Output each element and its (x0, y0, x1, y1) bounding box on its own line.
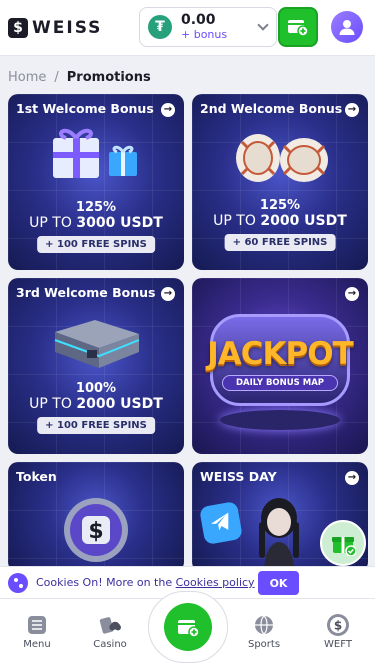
breadcrumb-current: Promotions (66, 70, 151, 85)
jackpot-subtitle: DAILY BONUS MAP (222, 375, 338, 391)
promo-title: 2nd Welcome Bonus (200, 101, 343, 116)
promo-title: Token (16, 469, 57, 484)
gift-icon (332, 537, 356, 556)
arrow-right-icon[interactable]: → (161, 103, 175, 117)
logo-text: WEISS (32, 17, 103, 38)
wallet-plus-icon (178, 620, 200, 638)
bottom-nav: Menu Casino Sports $ WEFT (0, 591, 375, 667)
nav-menu-label: Menu (23, 639, 51, 650)
free-spins-badge: + 60 FREE SPINS (224, 234, 336, 251)
nav-weft-label: WEFT (324, 639, 352, 650)
promo-percent: 125% (75, 200, 117, 215)
promo-upto: UP TO 2000 USDT (29, 396, 163, 412)
nav-weft[interactable]: $ WEFT (308, 613, 368, 650)
promo-upto: UP TO 3000 USDT (29, 215, 163, 231)
jackpot-text: JACKPOT (207, 336, 354, 372)
balance-amount: 0.00 (181, 12, 216, 29)
nav-deposit-button[interactable] (148, 591, 228, 663)
arrow-right-icon[interactable]: → (161, 287, 175, 301)
gift-button[interactable] (320, 520, 366, 566)
balance-bonus: + bonus (181, 27, 228, 41)
gift-boxes-illustration (8, 120, 184, 190)
svg-text:$: $ (88, 519, 103, 544)
breadcrumb: Home / Promotions (8, 70, 151, 85)
treasure-case-illustration (8, 312, 184, 372)
svg-text:$: $ (334, 619, 342, 633)
promo-card-1st-welcome[interactable]: 1st Welcome Bonus → 125% UP TO 3000 USDT… (8, 94, 184, 270)
logo-dollar-icon: $ (8, 17, 28, 38)
promo-title: 3rd Welcome Bonus (16, 285, 156, 300)
arrow-right-icon[interactable]: → (345, 103, 359, 117)
user-avatar[interactable] (331, 11, 363, 43)
promo-upto: UP TO 2000 USDT (213, 213, 347, 229)
cards-icon (99, 617, 121, 634)
jackpot-stage (220, 410, 340, 430)
telegram-icon (198, 500, 244, 546)
promo-title: WEISS DAY (200, 469, 277, 484)
casino-chips-illustration (192, 122, 368, 190)
deposit-button[interactable] (278, 7, 318, 47)
breadcrumb-home[interactable]: Home (8, 70, 46, 85)
promo-card-jackpot[interactable]: → JACKPOT DAILY BONUS MAP (192, 278, 368, 454)
weiss-token-coin-illustration: $ (8, 490, 184, 570)
arrow-right-icon[interactable]: → (345, 471, 359, 485)
ball-icon (255, 615, 273, 635)
promo-card-token[interactable]: Token $ (8, 462, 184, 572)
free-spins-badge: + 100 FREE SPINS (37, 236, 155, 253)
weft-coin-icon: $ (327, 614, 349, 636)
balance-selector[interactable]: ₮ 0.00 + bonus (139, 7, 277, 47)
promo-title: 1st Welcome Bonus (16, 101, 154, 116)
header: $ WEISS ₮ 0.00 + bonus (0, 0, 375, 56)
menu-icon (28, 616, 46, 634)
tether-icon: ₮ (148, 15, 172, 39)
promo-card-3rd-welcome[interactable]: 3rd Welcome Bonus → 100% UP TO 2000 USDT… (8, 278, 184, 454)
breadcrumb-separator: / (54, 70, 59, 85)
chevron-down-icon (257, 19, 269, 31)
promo-percent: 100% (75, 381, 117, 396)
nav-sports[interactable]: Sports (234, 613, 294, 650)
free-spins-badge: + 100 FREE SPINS (37, 417, 155, 434)
user-icon (339, 20, 355, 35)
cookies-policy-link[interactable]: Cookies policy (176, 576, 255, 589)
wallet-plus-icon (288, 20, 309, 37)
nav-sports-label: Sports (247, 639, 281, 650)
logo[interactable]: $ WEISS (8, 17, 103, 38)
promo-card-2nd-welcome[interactable]: 2nd Welcome Bonus → 125% UP TO 2000 USDT… (192, 94, 368, 270)
promo-percent: 125% (259, 198, 301, 213)
nav-casino[interactable]: Casino (80, 613, 140, 650)
arrow-right-icon[interactable]: → (345, 287, 359, 301)
cookie-text: Cookies On! More on the Cookies policy (36, 576, 255, 589)
cookie-icon (8, 572, 28, 593)
nav-casino-label: Casino (93, 639, 127, 650)
character-illustration (254, 492, 304, 572)
nav-menu[interactable]: Menu (7, 613, 67, 650)
cookie-ok-button[interactable]: OK (258, 571, 299, 595)
